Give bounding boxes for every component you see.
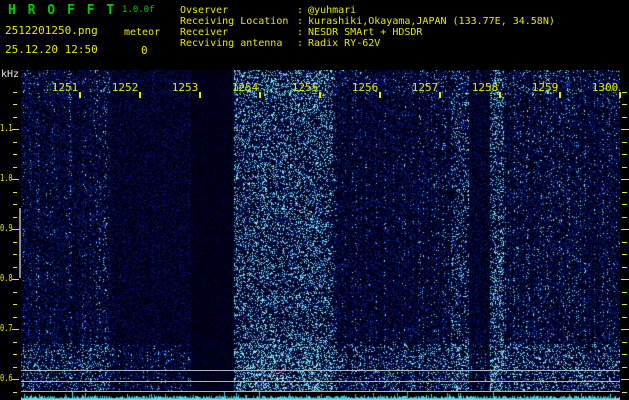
info-value: @yuhmari	[308, 5, 357, 16]
y-axis-tick	[13, 166, 17, 168]
y-axis-tick-right	[622, 304, 627, 305]
x-axis-label: 1259	[531, 81, 559, 94]
y-axis-tick-right	[622, 154, 627, 155]
y-axis-tick-right	[622, 104, 627, 105]
x-axis-tick	[199, 92, 201, 98]
y-axis-tick	[13, 191, 17, 193]
info-row-location: Receiving Location: kurashiki,Okayama,JAP…	[180, 16, 555, 27]
y-axis-tick	[13, 291, 17, 293]
y-axis-tick-right	[622, 216, 627, 218]
y-axis-tick	[13, 341, 17, 343]
observation-datetime: 25.12.20 12:50	[5, 43, 98, 56]
y-axis-tick-right	[622, 341, 627, 343]
y-axis-tick-right	[622, 266, 627, 268]
y-axis-tick	[12, 179, 19, 180]
y-axis-tick-right	[622, 291, 627, 293]
info-label: Receiver	[180, 27, 229, 38]
info-separator: :	[297, 38, 304, 49]
output-filename: 2512201250.png	[5, 24, 98, 37]
y-axis-tick-right	[621, 179, 629, 180]
y-axis-tick	[13, 266, 17, 268]
y-axis-tick-right	[622, 366, 627, 368]
x-axis-label: 1253	[171, 81, 199, 94]
x-axis-tick	[499, 92, 501, 98]
y-axis-tick	[13, 366, 17, 368]
x-axis-label: 1254	[231, 81, 259, 94]
vertical-reference-segment	[19, 208, 21, 278]
info-separator: :	[297, 16, 304, 27]
y-axis-tick	[13, 141, 17, 143]
y-axis-tick-right	[622, 166, 627, 168]
x-axis-tick	[79, 92, 81, 98]
y-axis-tick-right	[622, 204, 627, 205]
y-axis-tick	[12, 129, 19, 130]
info-separator: :	[297, 27, 304, 38]
x-axis-tick	[319, 92, 321, 98]
info-separator: :	[297, 5, 304, 16]
y-axis-tick-right	[622, 141, 627, 143]
meteor-count-value: 0	[141, 44, 148, 57]
app-title: H R O F F T	[8, 3, 117, 18]
info-label: Receiving Location	[180, 16, 289, 27]
app-version: 1.0.0f	[122, 5, 155, 15]
x-axis-tick	[259, 92, 261, 98]
y-axis-tick	[13, 354, 17, 355]
y-axis-tick	[12, 379, 19, 380]
y-axis-tick-right	[622, 354, 627, 355]
y-axis-tick-right	[622, 191, 627, 193]
y-axis-tick	[13, 316, 17, 318]
horizontal-reference-line	[21, 391, 620, 392]
y-axis-tick	[13, 91, 17, 93]
y-axis-tick-right	[622, 254, 627, 255]
info-value: kurashiki,Okayama,JAPAN (133.77E, 34.58N…	[308, 16, 555, 27]
info-row-receiver: Receiver: NESDR SMArt + HDSDR	[180, 27, 555, 38]
y-axis-tick-right	[622, 391, 627, 393]
horizontal-reference-line	[21, 381, 620, 382]
y-axis-tick	[13, 216, 17, 218]
y-axis-tick	[12, 329, 19, 330]
y-axis-tick	[13, 304, 17, 305]
y-axis-tick	[13, 104, 17, 105]
x-axis-label: 1252	[111, 81, 139, 94]
x-axis-tick	[619, 92, 621, 98]
x-axis-tick	[139, 92, 141, 98]
y-axis-tick	[12, 279, 19, 280]
y-axis-tick	[13, 241, 17, 243]
x-axis-label: 1255	[291, 81, 319, 94]
x-axis-tick	[559, 92, 561, 98]
x-axis-label: 1258	[471, 81, 499, 94]
y-axis-tick	[12, 229, 19, 230]
meteor-count-label: meteor	[124, 27, 161, 38]
x-axis-tick	[379, 92, 381, 98]
observation-info: Ovserver: @yuhmari Receiving Location: kur…	[180, 5, 555, 49]
y-axis-tick-right	[622, 241, 627, 243]
y-axis-tick-right	[622, 116, 627, 118]
info-value: NESDR SMArt + HDSDR	[308, 27, 423, 38]
y-axis-tick-right	[621, 329, 629, 330]
horizontal-reference-line	[21, 370, 620, 371]
y-axis-tick-right	[621, 379, 629, 380]
info-value: Radix RY-62V	[308, 38, 381, 49]
info-label: Recviving antenna	[180, 38, 283, 49]
x-axis-label: 1257	[411, 81, 439, 94]
signal-level-trace-canvas	[21, 392, 620, 400]
y-axis-tick	[13, 391, 17, 393]
y-axis-tick	[13, 154, 17, 155]
spectrogram-canvas	[21, 70, 620, 392]
x-axis-tick	[439, 92, 441, 98]
y-axis-tick-right	[622, 316, 627, 318]
y-axis-tick-right	[622, 91, 627, 93]
info-label: Ovserver	[180, 5, 229, 16]
x-axis-label: 1256	[351, 81, 379, 94]
info-row-observer: Ovserver: @yuhmari	[180, 5, 555, 16]
y-axis-tick	[13, 116, 17, 118]
y-axis-tick	[13, 204, 17, 205]
y-axis-tick-right	[621, 279, 629, 280]
info-row-antenna: Recviving antenna: Radix RY-62V	[180, 38, 555, 49]
y-axis-tick-right	[621, 229, 629, 230]
x-axis-label: 1251	[51, 81, 79, 94]
y-axis-unit: kHz	[1, 69, 20, 80]
y-axis-tick	[13, 254, 17, 255]
y-axis-tick-right	[621, 129, 629, 130]
